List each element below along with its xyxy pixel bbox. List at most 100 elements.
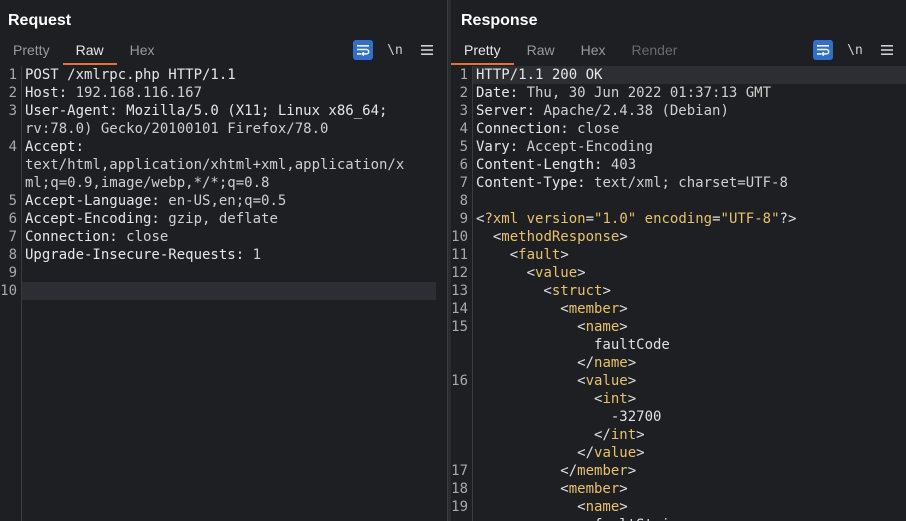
response-line: 2 Date: Thu, 30 Jun 2022 01:37:13 GMT xyxy=(451,84,906,102)
line-number: 3 xyxy=(8,103,17,119)
line-content: <name> faultString xyxy=(472,498,687,521)
code-token: fault xyxy=(518,247,561,263)
request-line: 7 Connection: close xyxy=(0,228,447,246)
code-token: Upgrade-Insecure-Requests: xyxy=(25,247,253,263)
line-content: POST /xmlrpc.php HTTP/1.1 xyxy=(21,66,236,84)
wrapped-text: -32700 xyxy=(476,408,662,426)
wrapped-text: User-Agent: Mozilla/5.0 (X11; Linux x86_… xyxy=(25,103,388,119)
code-token: > xyxy=(577,265,586,281)
code-token: = xyxy=(585,211,595,227)
response-line: 10 <methodResponse> xyxy=(451,228,906,246)
code-token: > xyxy=(619,499,628,515)
line-content: Date: Thu, 30 Jun 2022 01:37:13 GMT xyxy=(472,84,771,102)
code-token: int xyxy=(610,427,637,443)
request-line: 6 Accept-Encoding: gzip, deflate xyxy=(0,210,447,228)
line-content: </member> xyxy=(472,462,636,480)
request-title: Request xyxy=(8,12,72,29)
wrapped-text: </int> xyxy=(476,426,661,444)
response-newline-toggle[interactable]: \n xyxy=(845,40,865,60)
line-number: 10 xyxy=(451,229,468,245)
line-content: Content-Type: text/xml; charset=UTF-8 xyxy=(472,174,788,192)
code-token: 1 xyxy=(252,247,262,263)
line-number: 2 xyxy=(8,85,17,101)
request-tab-hex[interactable]: Hex xyxy=(117,39,168,65)
code-token: int xyxy=(602,391,628,407)
response-editor[interactable]: 1 HTTP/1.1 200 OK 2 Date: Thu, 30 Jun 2022 … xyxy=(451,66,906,521)
request-newline-toggle[interactable]: \n xyxy=(385,40,405,60)
code-token: </ xyxy=(476,463,578,479)
request-line: 10 xyxy=(0,282,447,300)
code-token: Apache/2.4.38 (Debian) xyxy=(543,103,729,119)
response-tab-hex[interactable]: Hex xyxy=(568,39,619,65)
line-content: <member> xyxy=(472,480,628,498)
request-wrap-toggle[interactable] xyxy=(353,40,373,60)
code-token: </ xyxy=(476,427,611,443)
code-token: < xyxy=(476,373,586,389)
request-menu-button[interactable] xyxy=(417,40,437,60)
code-token: = xyxy=(712,211,721,227)
request-editor[interactable]: 1 POST /xmlrpc.php HTTP/1.1 2 Host: 192.168… xyxy=(0,66,447,521)
request-line: 1 POST /xmlrpc.php HTTP/1.1 xyxy=(0,66,447,84)
code-token: Accept-Language: xyxy=(25,193,169,209)
code-token: Connection: xyxy=(476,121,578,137)
request-tabs: Pretty Raw Hex xyxy=(0,39,168,65)
code-token: 403 xyxy=(610,157,637,173)
line-number: 2 xyxy=(459,85,468,101)
response-tab-raw[interactable]: Raw xyxy=(514,39,568,65)
hamburger-menu-icon xyxy=(881,45,893,55)
code-token: text/xml; charset=UTF-8 xyxy=(594,175,788,191)
code-token: > xyxy=(619,229,628,245)
line-content: Host: 192.168.116.167 xyxy=(21,84,202,102)
response-line: 15 <name> faultCode </name> xyxy=(451,318,906,372)
line-number: 10 xyxy=(0,283,17,299)
line-content xyxy=(21,264,25,282)
request-tab-raw[interactable]: Raw xyxy=(62,39,117,65)
response-tab-render[interactable]: Render xyxy=(619,39,691,65)
line-number: 18 xyxy=(451,481,468,497)
line-content: User-Agent: Mozilla/5.0 (X11; Linux x86_… xyxy=(21,102,387,138)
line-number: 4 xyxy=(459,121,468,137)
line-content: <struct> xyxy=(472,282,611,300)
code-token: name xyxy=(585,319,620,335)
code-token: < xyxy=(476,247,519,263)
response-tab-pretty[interactable]: Pretty xyxy=(451,39,514,65)
response-line: 8 xyxy=(451,192,906,210)
response-wrap-toggle[interactable] xyxy=(813,40,833,60)
code-token: close xyxy=(126,229,169,245)
line-content: Server: Apache/2.4.38 (Debian) xyxy=(472,102,729,120)
code-token: > xyxy=(627,391,637,407)
code-token: > xyxy=(619,319,628,335)
code-token: faultString xyxy=(476,517,687,521)
code-token: HTTP/1.1 200 OK xyxy=(476,67,603,83)
request-pane: Request Pretty Raw Hex \n 1 POST /xmlrpc.… xyxy=(0,0,447,521)
word-wrap-icon xyxy=(817,45,830,56)
line-number: 8 xyxy=(8,247,17,263)
code-token: 192.168.116.167 xyxy=(75,85,203,101)
code-token: POST /xmlrpc.php HTTP/1.1 xyxy=(25,67,236,83)
code-token: value xyxy=(594,445,637,461)
line-content: HTTP/1.1 200 OK xyxy=(472,66,602,84)
request-tools: \n xyxy=(353,39,447,61)
line-content: Accept-Encoding: gzip, deflate xyxy=(21,210,278,228)
code-token: > xyxy=(602,283,611,299)
line-number: 5 xyxy=(8,193,17,209)
code-token: > xyxy=(619,481,628,497)
response-line: 12 <value> xyxy=(451,264,906,282)
code-token: Accept-Encoding: xyxy=(25,211,169,227)
line-number: 6 xyxy=(8,211,17,227)
wrapped-text: </name> xyxy=(476,354,670,372)
line-number: 12 xyxy=(451,265,468,281)
response-line: 3 Server: Apache/2.4.38 (Debian) xyxy=(451,102,906,120)
response-menu-button[interactable] xyxy=(877,40,897,60)
request-tab-pretty[interactable]: Pretty xyxy=(0,39,63,65)
wrapped-text: <int> xyxy=(476,390,661,408)
line-number: 4 xyxy=(8,139,17,155)
code-token: "UTF-8" xyxy=(720,211,780,227)
line-number: 16 xyxy=(451,373,468,389)
response-tools: \n xyxy=(813,39,906,61)
wrapped-text: Accept: xyxy=(25,139,85,155)
code-token: > xyxy=(619,301,628,317)
code-token: < xyxy=(476,391,603,407)
code-token: > xyxy=(627,373,637,389)
code-token: member xyxy=(577,463,628,479)
